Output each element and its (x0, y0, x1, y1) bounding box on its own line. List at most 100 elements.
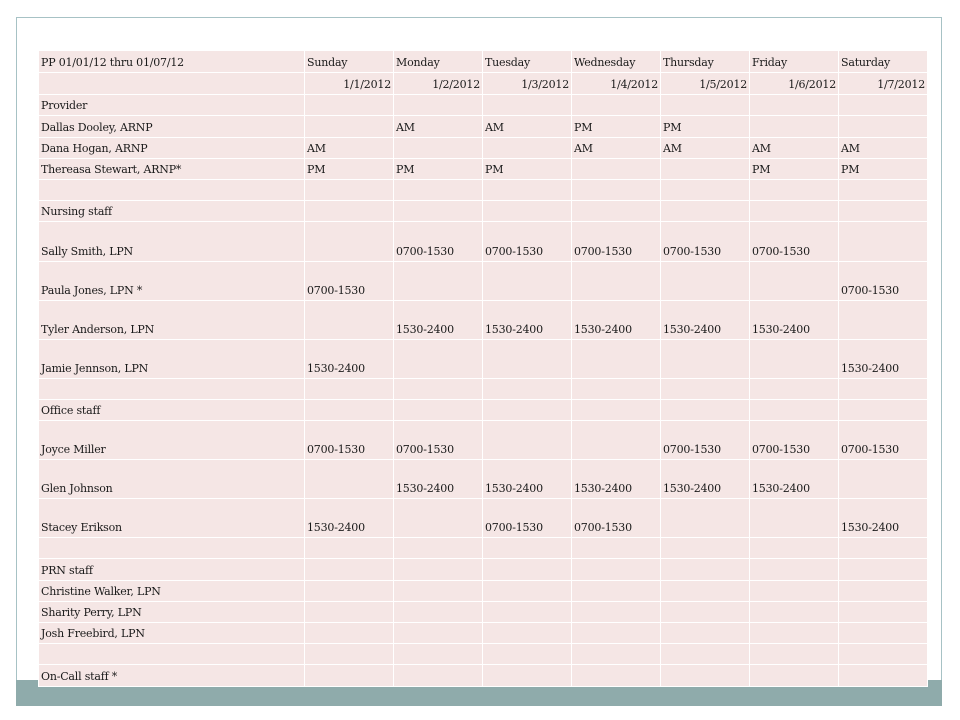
row-label: On-Call staff * (38, 664, 305, 687)
shift-cell (660, 179, 750, 201)
shift-cell (571, 643, 661, 665)
row-label: Sharity Perry, LPN (38, 601, 305, 623)
shift-cell (393, 200, 483, 222)
shift-cell (749, 664, 839, 687)
shift-cell: 1530-2400 (304, 498, 394, 538)
shift-cell: AM (838, 137, 928, 159)
row-label: Glen Johnson (38, 459, 305, 499)
shift-cell (749, 622, 839, 644)
shift-cell (304, 664, 394, 687)
shift-cell (838, 601, 928, 623)
shift-cell (304, 115, 394, 138)
shift-cell (393, 399, 483, 421)
shift-cell: 0700-1530 (393, 420, 483, 460)
date-header: 1/2/2012 (393, 72, 483, 95)
shift-cell: 0700-1530 (749, 221, 839, 262)
shift-cell (838, 643, 928, 665)
shift-cell: 0700-1530 (304, 261, 394, 301)
table-row: Joyce Miller 0700-1530 0700-1530 0700-1530 0… (38, 420, 928, 460)
shift-cell: 0700-1530 (304, 420, 394, 460)
date-header: 1/6/2012 (749, 72, 839, 95)
shift-cell (482, 339, 572, 379)
row-label: Jamie Jennson, LPN (38, 339, 305, 379)
shift-cell: 0700-1530 (571, 498, 661, 538)
shift-cell: AM (571, 137, 661, 159)
shift-cell (749, 399, 839, 421)
shift-cell (482, 601, 572, 623)
row-label: Nursing staff (38, 200, 305, 222)
date-header: 1/3/2012 (482, 72, 572, 95)
shift-cell (571, 601, 661, 623)
shift-cell (393, 498, 483, 538)
shift-cell (304, 200, 394, 222)
shift-cell: AM (304, 137, 394, 159)
shift-cell: 1530-2400 (393, 300, 483, 340)
shift-cell: AM (393, 115, 483, 138)
table-row (38, 643, 928, 665)
row-label: Tyler Anderson, LPN (38, 300, 305, 340)
shift-cell (304, 94, 394, 116)
shift-cell (304, 643, 394, 665)
shift-cell (660, 498, 750, 538)
shift-cell (660, 580, 750, 602)
shift-cell (749, 537, 839, 559)
shift-cell: 0700-1530 (749, 420, 839, 460)
table-row: Jamie Jennson, LPN 1530-2400 1530-2400 (38, 339, 928, 379)
shift-cell (393, 261, 483, 301)
shift-cell (571, 200, 661, 222)
shift-cell (393, 537, 483, 559)
shift-cell: 0700-1530 (482, 498, 572, 538)
shift-cell (304, 601, 394, 623)
header-days-row: PP 01/01/12 thru 01/07/12 Sunday Monday Tue… (38, 50, 928, 73)
day-header: Wednesday (571, 50, 661, 73)
date-header: 1/7/2012 (838, 72, 928, 95)
shift-cell (660, 261, 750, 301)
shift-cell (482, 179, 572, 201)
shift-cell (838, 664, 928, 687)
shift-cell: 1530-2400 (393, 459, 483, 499)
shift-cell: 1530-2400 (749, 459, 839, 499)
shift-cell (838, 221, 928, 262)
shift-cell (482, 537, 572, 559)
dates-row-label (38, 72, 305, 95)
table-row: Stacey Erikson 1530-2400 0700-1530 0700-153… (38, 498, 928, 538)
shift-cell (304, 378, 394, 400)
day-header: Friday (749, 50, 839, 73)
header-dates-row: 1/1/2012 1/2/2012 1/3/2012 1/4/2012 1/5/2012… (38, 72, 928, 95)
pay-period-label: PP 01/01/12 thru 01/07/12 (38, 50, 305, 73)
shift-cell: PM (571, 115, 661, 138)
shift-cell (482, 643, 572, 665)
shift-cell (304, 580, 394, 602)
shift-cell (749, 339, 839, 379)
shift-cell (660, 643, 750, 665)
shift-cell (838, 179, 928, 201)
shift-cell (571, 580, 661, 602)
shift-cell (482, 399, 572, 421)
shift-cell (393, 622, 483, 644)
shift-cell (660, 339, 750, 379)
shift-cell (660, 399, 750, 421)
shift-cell (660, 601, 750, 623)
shift-cell (393, 643, 483, 665)
shift-cell (749, 580, 839, 602)
shift-cell (393, 339, 483, 379)
shift-cell (304, 558, 394, 581)
shift-cell (838, 459, 928, 499)
shift-cell (482, 261, 572, 301)
shift-cell: 0700-1530 (660, 420, 750, 460)
row-label: Christine Walker, LPN (38, 580, 305, 602)
shift-cell: 1530-2400 (571, 300, 661, 340)
row-label: Stacey Erikson (38, 498, 305, 538)
shift-cell: AM (482, 115, 572, 138)
shift-cell (660, 94, 750, 116)
shift-cell (660, 537, 750, 559)
shift-cell: PM (749, 158, 839, 180)
table-row (38, 179, 928, 201)
shift-cell: 1530-2400 (304, 339, 394, 379)
table-row: Paula Jones, LPN * 0700-1530 0700-1530 (38, 261, 928, 301)
shift-cell (571, 664, 661, 687)
shift-cell (482, 580, 572, 602)
shift-cell (304, 622, 394, 644)
table-row: PRN staff (38, 558, 928, 581)
shift-cell (838, 558, 928, 581)
